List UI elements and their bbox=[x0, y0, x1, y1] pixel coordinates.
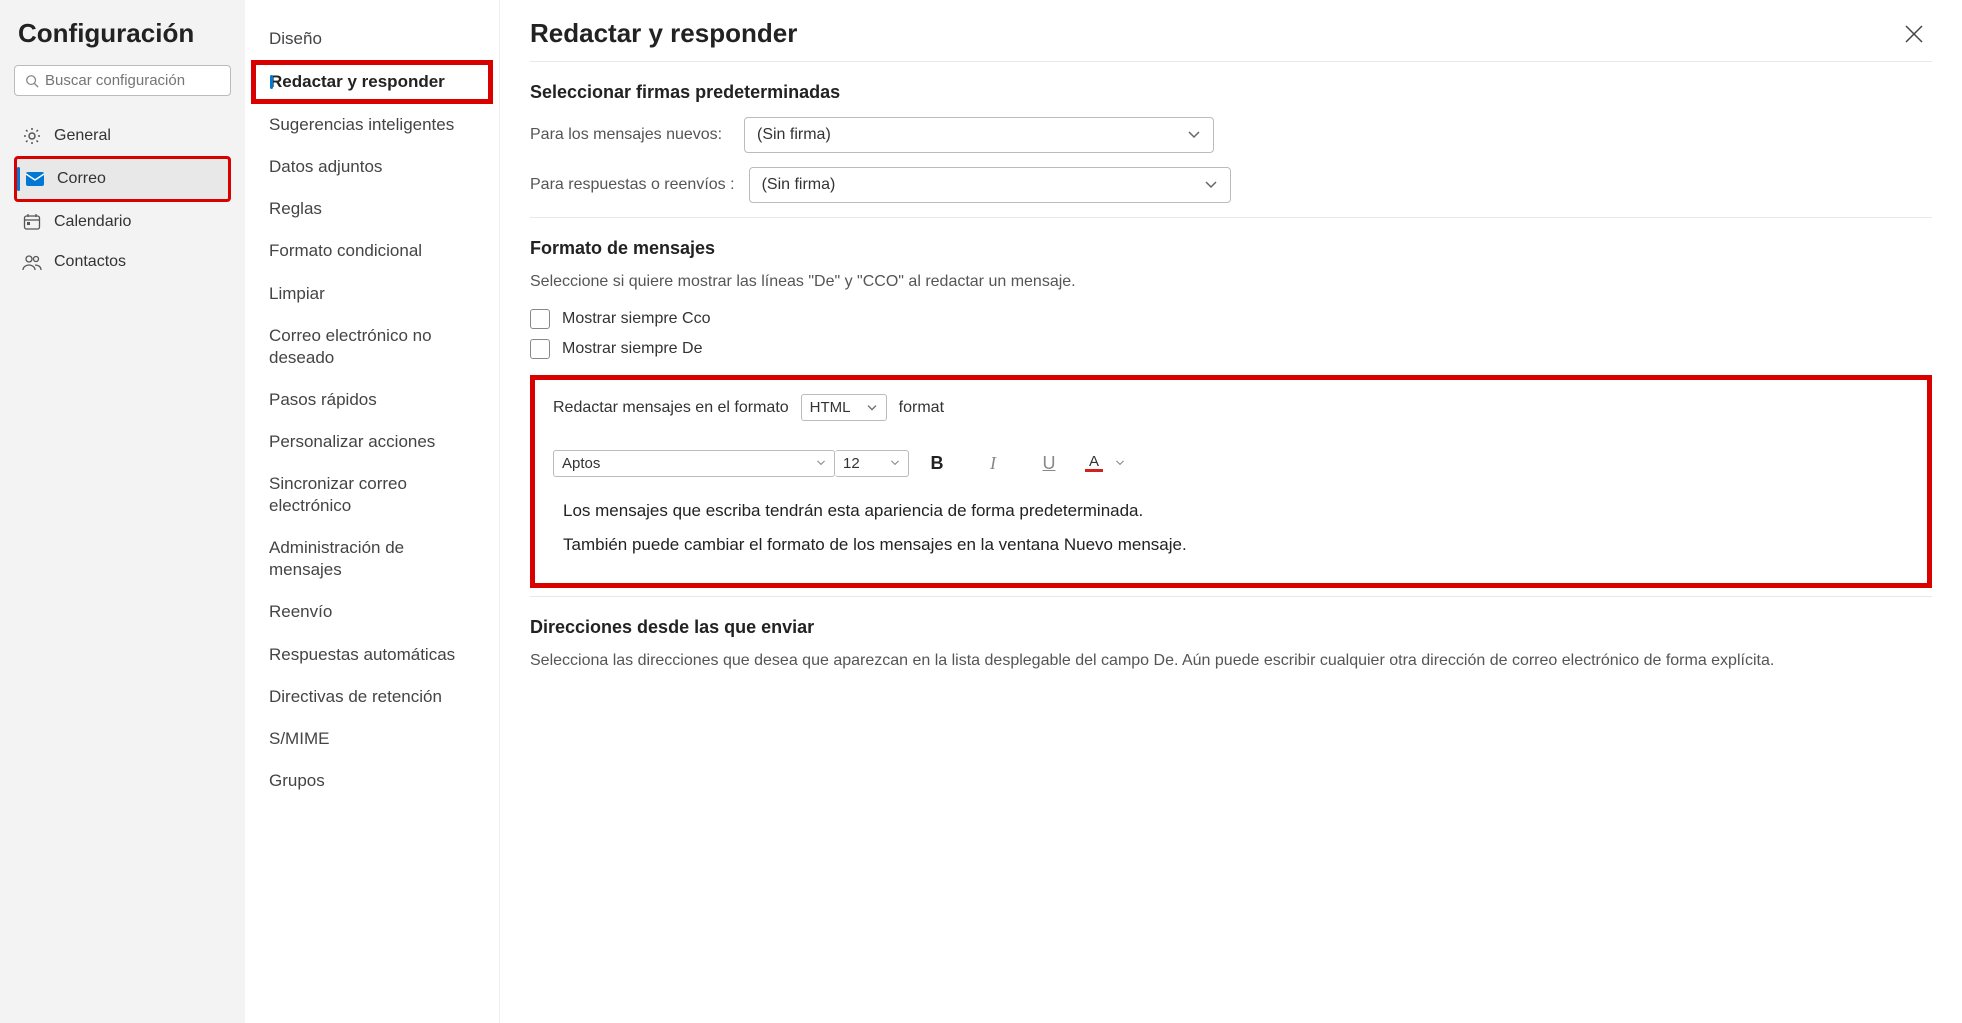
nav-label: Calendario bbox=[54, 213, 131, 231]
format-highlight-box: Redactar mensajes en el formato HTML for… bbox=[530, 375, 1932, 588]
chevron-down-icon bbox=[1204, 180, 1218, 190]
new-messages-label: Para los mensajes nuevos: bbox=[530, 126, 730, 144]
search-box[interactable] bbox=[14, 65, 231, 96]
gear-icon bbox=[22, 126, 42, 146]
main-content: Redactar y responder Seleccionar firmas … bbox=[500, 0, 1962, 1023]
font-color-icon: A bbox=[1085, 454, 1103, 472]
submenu-sincronizar[interactable]: Sincronizar correo electrónico bbox=[245, 463, 499, 527]
compose-format-dropdown[interactable]: HTML bbox=[801, 394, 887, 421]
nav-label: General bbox=[54, 127, 111, 145]
submenu-diseno[interactable]: Diseño bbox=[245, 18, 499, 60]
new-messages-signature-dropdown[interactable]: (Sin firma) bbox=[744, 117, 1214, 153]
dropdown-value: Aptos bbox=[562, 455, 600, 472]
cco-label: Mostrar siempre Cco bbox=[562, 310, 710, 328]
nav-label: Correo bbox=[57, 170, 106, 188]
dropdown-value: (Sin firma) bbox=[762, 176, 836, 194]
close-icon bbox=[1904, 24, 1924, 44]
nav-calendario[interactable]: Calendario bbox=[14, 202, 231, 242]
nav-general[interactable]: General bbox=[14, 116, 231, 156]
submenu-pasos-rapidos[interactable]: Pasos rápidos bbox=[245, 379, 499, 421]
page-title: Redactar y responder bbox=[530, 18, 797, 49]
submenu-administracion-mensajes[interactable]: Administración de mensajes bbox=[245, 527, 499, 591]
nav-correo[interactable]: Correo bbox=[14, 156, 231, 202]
submenu-directivas-retencion[interactable]: Directivas de retención bbox=[245, 676, 499, 718]
chevron-down-icon bbox=[1115, 459, 1125, 467]
submenu-grupos[interactable]: Grupos bbox=[245, 760, 499, 802]
submenu-formato-condicional[interactable]: Formato condicional bbox=[245, 230, 499, 272]
font-size-dropdown[interactable]: 12 bbox=[835, 450, 909, 477]
preview-text-1: Los mensajes que escriba tendrán esta ap… bbox=[563, 501, 1909, 521]
nav-label: Contactos bbox=[54, 253, 126, 271]
chevron-down-icon bbox=[816, 459, 826, 467]
search-icon bbox=[25, 74, 39, 88]
calendar-icon bbox=[22, 212, 42, 232]
format-sub: Seleccione si quiere mostrar las líneas … bbox=[530, 273, 1932, 291]
compose-format-suffix: format bbox=[899, 399, 944, 417]
chevron-down-icon bbox=[866, 404, 878, 412]
de-checkbox[interactable] bbox=[530, 339, 550, 359]
addresses-heading: Direcciones desde las que enviar bbox=[530, 617, 1932, 638]
submenu-correo-no-deseado[interactable]: Correo electrónico no deseado bbox=[245, 315, 499, 379]
submenu-reglas[interactable]: Reglas bbox=[245, 188, 499, 230]
contacts-icon bbox=[22, 252, 42, 272]
compose-format-prefix: Redactar mensajes en el formato bbox=[553, 399, 789, 417]
replies-label: Para respuestas o reenvíos : bbox=[530, 176, 735, 194]
nav-contactos[interactable]: Contactos bbox=[14, 242, 231, 282]
format-heading: Formato de mensajes bbox=[530, 238, 1932, 259]
close-button[interactable] bbox=[1896, 20, 1932, 48]
mail-icon bbox=[25, 169, 45, 189]
cco-checkbox[interactable] bbox=[530, 309, 550, 329]
signatures-heading: Seleccionar firmas predeterminadas bbox=[530, 82, 1932, 103]
font-color-button[interactable]: A bbox=[1077, 445, 1133, 481]
replies-signature-dropdown[interactable]: (Sin firma) bbox=[749, 167, 1231, 203]
submenu-respuestas-automaticas[interactable]: Respuestas automáticas bbox=[245, 634, 499, 676]
submenu-sugerencias[interactable]: Sugerencias inteligentes bbox=[245, 104, 499, 146]
preview-text-2: También puede cambiar el formato de los … bbox=[563, 535, 1909, 555]
divider bbox=[530, 61, 1932, 62]
divider bbox=[530, 596, 1932, 597]
bold-button[interactable]: B bbox=[909, 445, 965, 481]
addresses-sub: Selecciona las direcciones que desea que… bbox=[530, 652, 1932, 670]
de-label: Mostrar siempre De bbox=[562, 340, 702, 358]
dropdown-value: (Sin firma) bbox=[757, 126, 831, 144]
italic-button[interactable]: I bbox=[965, 445, 1021, 481]
dropdown-value: 12 bbox=[843, 455, 860, 472]
settings-submenu: Diseño Redactar y responder Sugerencias … bbox=[245, 0, 500, 1023]
search-input[interactable] bbox=[45, 72, 220, 89]
submenu-personalizar-acciones[interactable]: Personalizar acciones bbox=[245, 421, 499, 463]
settings-title: Configuración bbox=[14, 18, 231, 49]
underline-button[interactable]: U bbox=[1021, 445, 1077, 481]
font-family-dropdown[interactable]: Aptos bbox=[553, 450, 835, 477]
chevron-down-icon bbox=[890, 459, 900, 467]
submenu-redactar-responder[interactable]: Redactar y responder bbox=[251, 60, 493, 104]
submenu-limpiar[interactable]: Limpiar bbox=[245, 273, 499, 315]
chevron-down-icon bbox=[1187, 130, 1201, 140]
dropdown-value: HTML bbox=[810, 399, 851, 416]
settings-sidebar: Configuración General Correo Calendario … bbox=[0, 0, 245, 1023]
submenu-datos-adjuntos[interactable]: Datos adjuntos bbox=[245, 146, 499, 188]
divider bbox=[530, 217, 1932, 218]
submenu-reenvio[interactable]: Reenvío bbox=[245, 591, 499, 633]
submenu-smime[interactable]: S/MIME bbox=[245, 718, 499, 760]
